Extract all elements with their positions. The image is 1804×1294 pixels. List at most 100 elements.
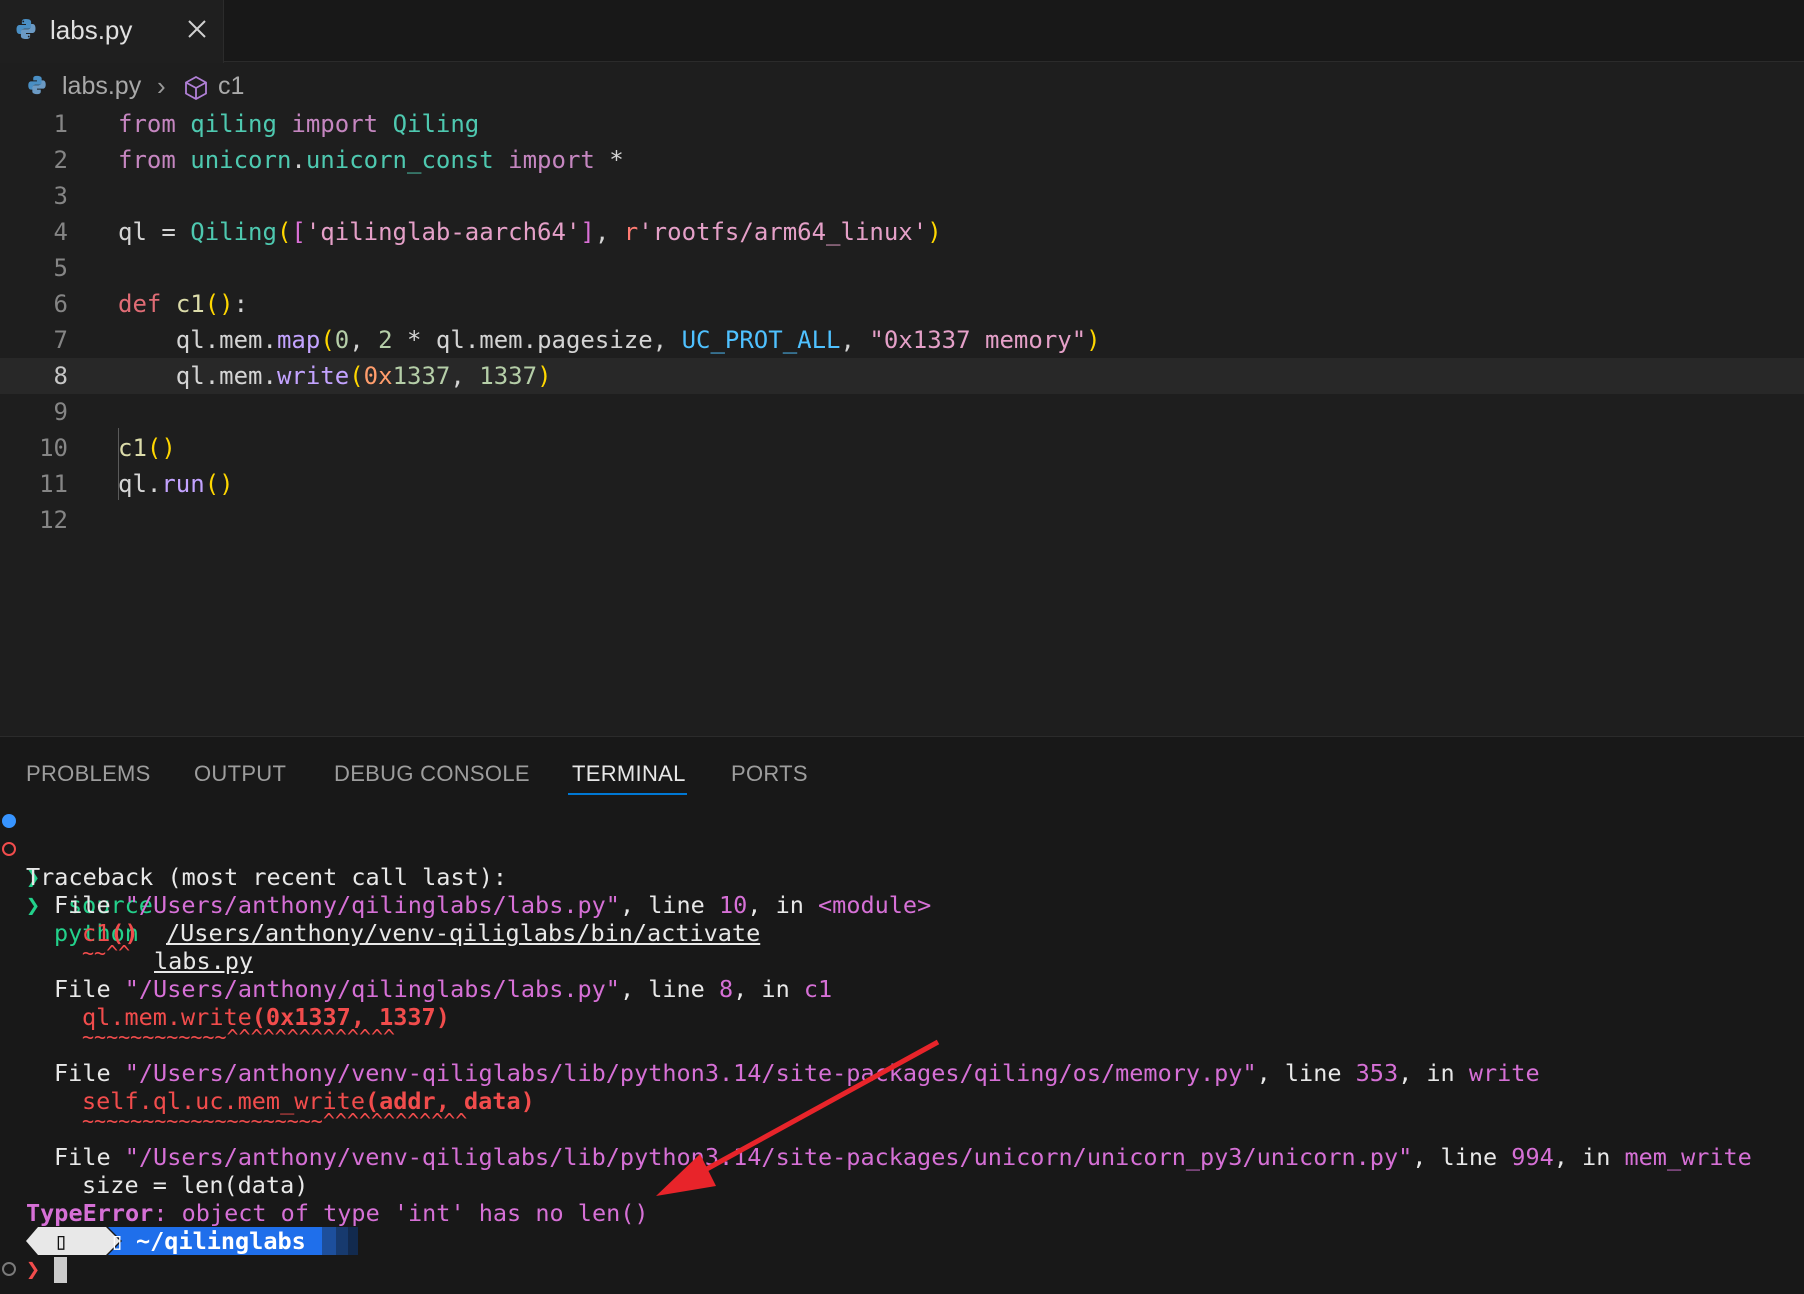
tab-label: labs.py (50, 15, 133, 45)
code-token: , (349, 326, 379, 354)
code-token: map (276, 326, 321, 354)
code-token: 0x (363, 362, 393, 390)
command-success-icon[interactable] (2, 814, 16, 828)
terminal-line: ❯ source /Users/anthony/venv-qiliglabs/b… (0, 807, 760, 947)
terminal-line: ❯ python labs.py (0, 835, 253, 975)
code-token: * (594, 146, 624, 174)
traceback-frame: File "/Users/anthony/venv-qiliglabs/lib/… (54, 1143, 1752, 1171)
code-token: ) (927, 218, 942, 246)
tab-ports[interactable]: PORTS (731, 761, 808, 787)
error-line: TypeError: object of type 'int' has no l… (26, 1199, 649, 1227)
line-number: 1 (53, 110, 68, 138)
code-token: 1337 (392, 362, 451, 390)
tab-debug-console[interactable]: DEBUG CONSOLE (334, 761, 530, 787)
code-text: c1() (118, 434, 176, 462)
shell-prompt: ▯ ▯ ~/qilinglabs (26, 1227, 366, 1255)
line-number: 3 (53, 182, 68, 210)
editor-tab-bar: labs.py (0, 0, 1804, 63)
code-token: ql. (118, 470, 162, 498)
terminal-input-line[interactable]: ❯ (0, 1255, 100, 1285)
code-token: r (623, 218, 639, 246)
line-number: 6 (53, 290, 68, 318)
line-number: 9 (53, 398, 68, 426)
code-token: Qiling (392, 110, 480, 138)
tab-output[interactable]: OUTPUT (194, 761, 286, 787)
code-token: ) (1086, 326, 1101, 354)
code-token: unicorn_const (305, 146, 494, 174)
code-line[interactable]: 10 c1() (0, 430, 1804, 466)
line-number: 5 (53, 254, 68, 282)
code-token: * ql.mem.pagesize, (392, 326, 682, 354)
code-token: , (450, 362, 480, 390)
code-text: from qiling import Qiling (118, 110, 479, 138)
traceback-code: size = len(data) (82, 1171, 309, 1199)
code-line[interactable]: 4 ql = Qiling(['qilinglab-aarch64'], r'ro… (0, 214, 1804, 250)
code-token: () (204, 470, 234, 498)
code-token: [ (291, 218, 306, 246)
os-icon: ▯ (54, 1227, 69, 1255)
breadcrumb: labs.py › c1 (0, 66, 1804, 106)
code-line[interactable]: 5 (0, 250, 1804, 286)
code-token: "0x1337 memory" (869, 326, 1087, 354)
breadcrumb-file[interactable]: labs.py (62, 72, 141, 101)
code-token: import (291, 110, 379, 138)
code-token: Qiling (190, 218, 277, 246)
tab-terminal[interactable]: TERMINAL (572, 761, 686, 787)
symbol-method-icon (182, 74, 210, 107)
terminal[interactable]: ❯ source /Users/anthony/venv-qiliglabs/b… (0, 807, 1804, 1294)
code-line[interactable]: 11 ql.run() (0, 466, 1804, 502)
code-token: ] (580, 218, 595, 246)
line-number: 2 (53, 146, 68, 174)
code-line[interactable]: 2 from unicorn.unicorn_const import * (0, 142, 1804, 178)
code-token: c1 (118, 434, 147, 462)
tab-labs-py[interactable]: labs.py (0, 0, 224, 63)
code-line[interactable]: 1 from qiling import Qiling (0, 106, 1804, 142)
code-token: write (276, 362, 350, 390)
python-file-icon (26, 74, 48, 101)
code-token: UC_PROT_ALL (681, 326, 841, 354)
active-tab-indicator (568, 793, 687, 795)
line-number: 7 (53, 326, 68, 354)
line-number: 4 (53, 218, 68, 246)
terminal-cursor (54, 1257, 67, 1283)
code-token: c1 (175, 290, 205, 318)
code-token: from (118, 110, 176, 138)
code-line[interactable]: 9 (0, 394, 1804, 430)
line-number: 11 (39, 470, 68, 498)
code-token: ql = (118, 218, 191, 246)
code-line-active[interactable]: 8 ql.mem.write(0x1337, 1337) (0, 358, 1804, 394)
code-line[interactable]: 6 def c1(): (0, 286, 1804, 322)
code-token: 2 (378, 326, 393, 354)
code-line[interactable]: 7 ql.mem.map(0, 2 * ql.mem.pagesize, UC_… (0, 322, 1804, 358)
code-line[interactable]: 12 (0, 502, 1804, 538)
close-icon[interactable] (183, 14, 211, 44)
code-token: def (118, 290, 162, 318)
command-pending-icon (2, 1262, 16, 1276)
code-token: ) (537, 362, 552, 390)
code-token: ql.mem. (118, 326, 277, 354)
chevron-right-icon: › (157, 71, 166, 101)
code-token: : (233, 290, 249, 318)
command-error-icon[interactable] (2, 842, 16, 856)
code-token: ( (276, 218, 292, 246)
code-token: 1337 (479, 362, 538, 390)
code-token: 'qilinglab-aarch64' (305, 218, 581, 246)
tab-problems[interactable]: PROBLEMS (26, 761, 151, 787)
code-token: ( (320, 326, 335, 354)
code-text: ql = Qiling(['qilinglab-aarch64'], r'roo… (118, 218, 942, 246)
bottom-panel: PROBLEMS OUTPUT DEBUG CONSOLE TERMINAL P… (0, 736, 1804, 1294)
traceback-marker: ~~^^ (82, 941, 131, 965)
breadcrumb-symbol[interactable]: c1 (218, 72, 244, 101)
code-editor[interactable]: 1 from qiling import Qiling 2 from unicorn.… (0, 106, 1804, 736)
code-token: from (118, 146, 176, 174)
code-line[interactable]: 3 (0, 178, 1804, 214)
prompt-path: ~/qilinglabs (136, 1227, 306, 1255)
code-token: , (594, 218, 624, 246)
traceback-frame: File "/Users/anthony/venv-qiliglabs/lib/… (54, 1059, 1540, 1087)
line-number: 12 (39, 506, 68, 534)
code-token: qiling (190, 110, 277, 138)
